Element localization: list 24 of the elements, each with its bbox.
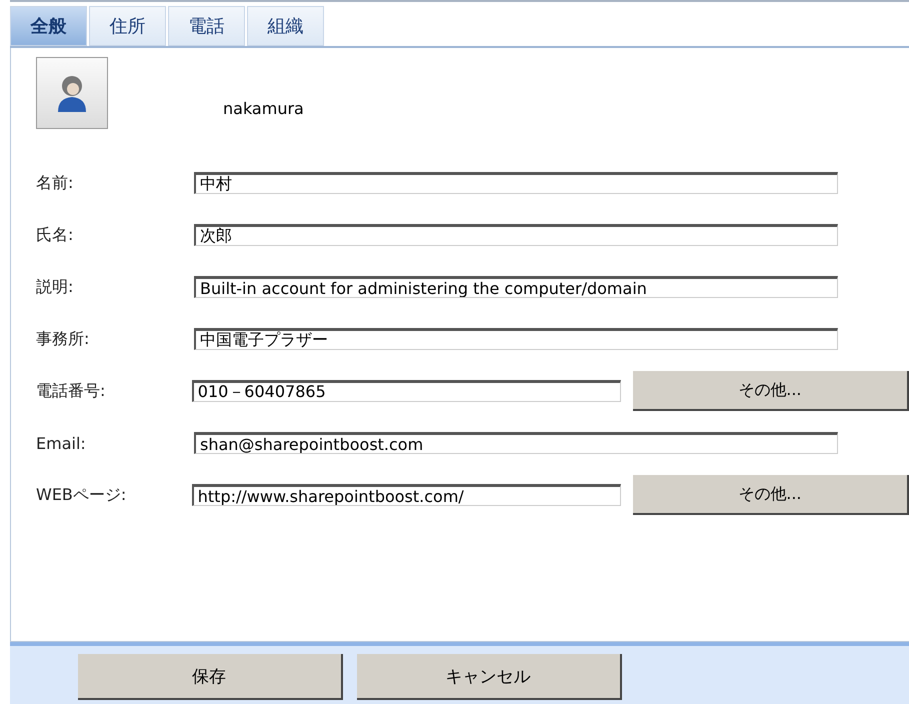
input-field[interactable]: 010－60407865 bbox=[192, 380, 621, 402]
footer-button[interactable]: 保存 bbox=[78, 654, 342, 700]
field-label: Email: bbox=[36, 434, 87, 452]
input-field[interactable]: 中村 bbox=[194, 172, 838, 194]
field-label: 事務所: bbox=[36, 328, 90, 350]
footer-button[interactable]: キャンセル bbox=[356, 654, 622, 700]
field-label: 名前: bbox=[36, 172, 74, 194]
field-label: 氏名: bbox=[36, 224, 74, 246]
tab[interactable]: 住所 bbox=[89, 6, 166, 46]
field-label: 電話番号: bbox=[36, 380, 106, 402]
input-field[interactable]: 中国電子プラザー bbox=[194, 328, 838, 350]
user-icon bbox=[55, 73, 89, 113]
user-name: nakamura bbox=[223, 98, 304, 118]
more-button[interactable]: その他... bbox=[632, 371, 909, 411]
field-label: WEBページ: bbox=[36, 484, 128, 506]
more-button[interactable]: その他... bbox=[632, 475, 909, 515]
input-field[interactable]: http://www.sharepointboost.com/ bbox=[192, 484, 621, 506]
input-field[interactable]: shan@sharepointboost.com bbox=[194, 432, 838, 454]
input-field[interactable]: Built-in account for administering the computer/domain bbox=[194, 276, 838, 298]
field-label: 説明: bbox=[36, 276, 74, 298]
tab[interactable]: 組織 bbox=[247, 6, 324, 46]
tab[interactable]: 全般 bbox=[10, 6, 87, 46]
tab[interactable]: 電話 bbox=[168, 6, 245, 46]
input-field[interactable]: 次郎 bbox=[194, 224, 838, 246]
